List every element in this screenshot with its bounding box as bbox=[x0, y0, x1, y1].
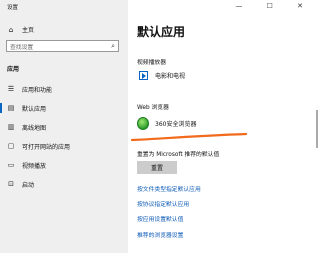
sidebar-item-startup[interactable]: ⊡ 启动 bbox=[0, 177, 128, 191]
sidebar-item-video-playback[interactable]: ▭ 视频播放 bbox=[0, 158, 128, 172]
link-recommended-browser-settings[interactable]: 推荐的浏览器设置 bbox=[137, 230, 183, 239]
video-player-app-name: 电影和电视 bbox=[155, 72, 186, 80]
main-panel: — ☐ ✕ 默认应用 视频播放器 电影和电视 Web 浏览器 360安全浏览器 … bbox=[128, 0, 320, 253]
link-default-by-file-type[interactable]: 按文件类型指定默认应用 bbox=[137, 184, 201, 193]
reset-button[interactable]: 重置 bbox=[137, 161, 177, 174]
sidebar-item-offline-maps[interactable]: ▥ 离线地图 bbox=[0, 120, 128, 134]
link-defaults-by-app[interactable]: 按应用设置默认值 bbox=[137, 214, 183, 223]
sidebar-home-label: 主页 bbox=[22, 27, 35, 34]
video-icon: ▭ bbox=[7, 161, 15, 169]
link-default-by-protocol[interactable]: 按协议指定默认应用 bbox=[137, 199, 189, 208]
sidebar-section-label: 应用 bbox=[7, 66, 20, 73]
search-input[interactable]: 查找设置 ⌕ bbox=[6, 40, 119, 52]
list-icon: ☰ bbox=[7, 85, 15, 93]
video-player-selector[interactable]: 电影和电视 bbox=[137, 69, 185, 81]
web-browser-selector[interactable]: 360安全浏览器 bbox=[137, 116, 197, 130]
search-icon[interactable]: ⌕ bbox=[111, 42, 115, 51]
default-apps-icon: ▤ bbox=[7, 104, 15, 112]
web-link-icon: ▢ bbox=[7, 142, 15, 150]
search-placeholder: 查找设置 bbox=[10, 44, 34, 51]
map-icon: ▥ bbox=[7, 123, 15, 131]
sidebar-item-label: 默认应用 bbox=[22, 105, 47, 113]
video-player-label: 视频播放器 bbox=[137, 60, 166, 66]
settings-sidebar: 设置 ⌂ 主页 查找设置 ⌕ 应用 ☰ 应用和功能 ▤ 默认应用 ▥ 离线地图 … bbox=[0, 0, 128, 253]
window-controls[interactable]: — ☐ ✕ bbox=[235, 2, 314, 10]
startup-icon: ⊡ bbox=[8, 180, 14, 188]
sidebar-item-label: 可打开网站的应用 bbox=[22, 143, 71, 151]
page-title: 默认应用 bbox=[137, 25, 186, 39]
annotation-underline bbox=[130, 132, 248, 142]
scrollbar[interactable] bbox=[316, 110, 318, 148]
web-browser-app-name: 360安全浏览器 bbox=[155, 120, 197, 128]
sidebar-item-home[interactable]: ⌂ 主页 bbox=[6, 25, 35, 35]
browser-360-icon bbox=[137, 116, 149, 130]
home-icon: ⌂ bbox=[8, 25, 14, 34]
sidebar-item-label: 应用和功能 bbox=[22, 86, 53, 94]
reset-label: 重置为 Microsoft 推荐的默认值 bbox=[137, 152, 220, 158]
sidebar-item-apps-for-websites[interactable]: ▢ 可打开网站的应用 bbox=[0, 139, 128, 153]
movies-tv-icon bbox=[137, 69, 149, 81]
sidebar-item-label: 启动 bbox=[22, 181, 35, 189]
web-browser-label: Web 浏览器 bbox=[137, 105, 169, 111]
window-title: 设置 bbox=[7, 5, 19, 11]
sidebar-item-label: 视频播放 bbox=[22, 162, 47, 170]
active-indicator bbox=[0, 103, 2, 113]
sidebar-item-label: 离线地图 bbox=[22, 124, 47, 132]
sidebar-item-apps-features[interactable]: ☰ 应用和功能 bbox=[0, 82, 128, 96]
sidebar-item-default-apps[interactable]: ▤ 默认应用 bbox=[0, 101, 128, 115]
